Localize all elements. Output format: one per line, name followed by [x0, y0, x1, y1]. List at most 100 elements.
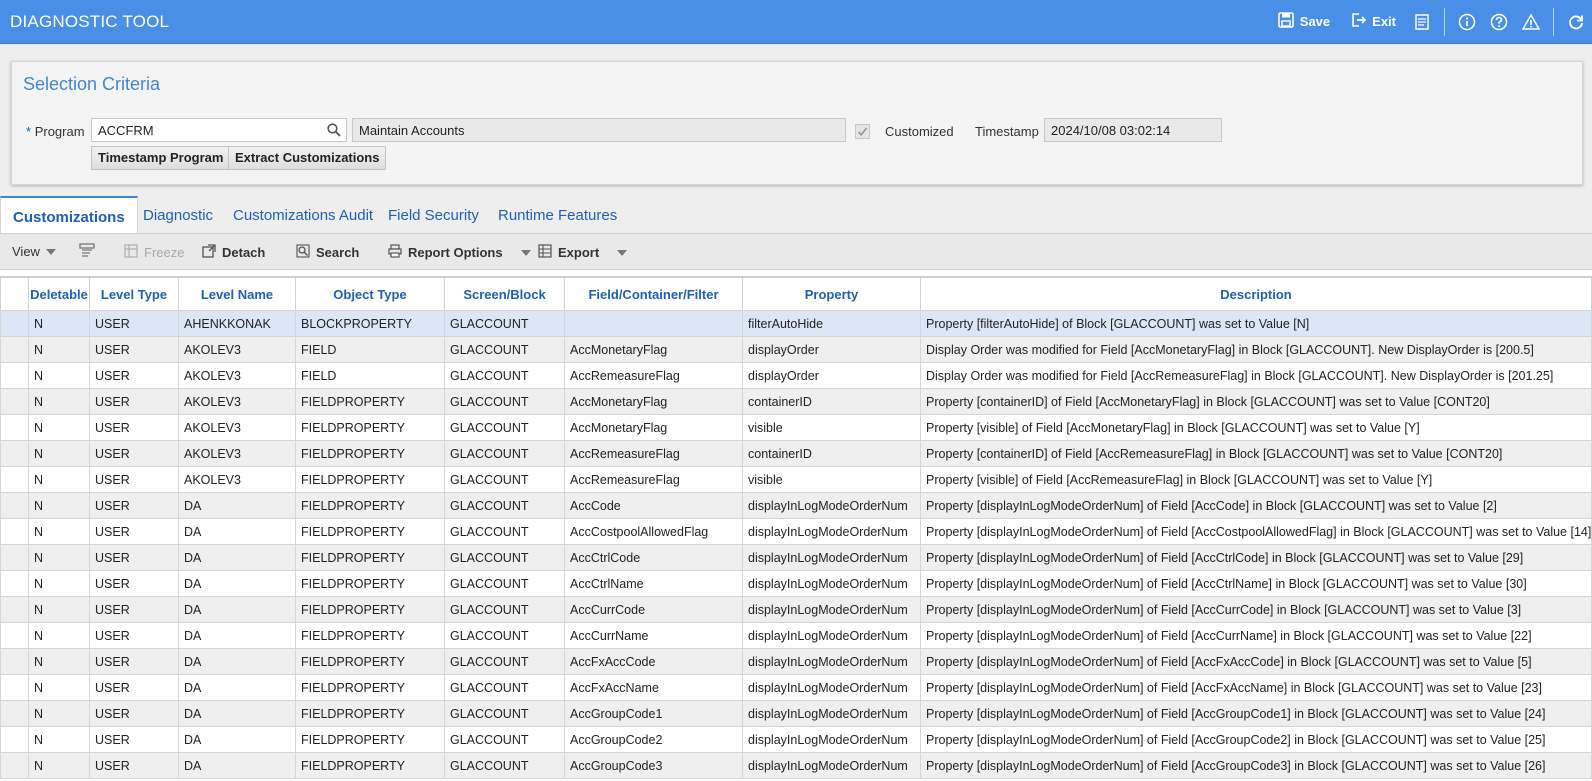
table-cell: FIELDPROPERTY [295, 726, 445, 753]
exit-button[interactable]: Exit [1340, 0, 1406, 43]
view-menu[interactable]: View [12, 244, 56, 259]
table-cell: AccCurrCode [564, 596, 743, 623]
row-selector[interactable] [0, 518, 29, 545]
column-header[interactable]: Level Type [89, 277, 179, 311]
row-selector[interactable] [0, 544, 29, 571]
column-header[interactable]: Screen/Block [444, 277, 565, 311]
table-cell: displayInLogModeOrderNum [742, 674, 921, 701]
table-cell: USER [89, 622, 179, 649]
table-row[interactable]: N USER DA FIELDPROPERTY GLACCOUNT AccGroupCod… [0, 700, 1592, 727]
row-selector[interactable] [0, 700, 29, 727]
table-row[interactable]: N USER DA FIELDPROPERTY GLACCOUNT AccCostpool… [0, 518, 1592, 545]
table-cell: N [28, 596, 90, 623]
export-icon [538, 244, 552, 261]
save-button[interactable]: Save [1268, 0, 1340, 43]
table-row[interactable]: N USER AKOLEV3 FIELDPROPERTY GLACCOUNT AccMon… [0, 414, 1592, 441]
row-selector[interactable] [0, 414, 29, 441]
row-selector[interactable] [0, 674, 29, 701]
report-options-button[interactable]: Report Options [388, 244, 531, 261]
tab-diagnostic[interactable]: Diagnostic [131, 196, 225, 233]
table-cell: Property [visible] of Field [AccMonetary… [920, 414, 1592, 441]
row-selector[interactable] [0, 570, 29, 597]
table-cell: Property [displayInLogModeOrderNum] of F… [920, 622, 1592, 649]
table-cell: displayInLogModeOrderNum [742, 570, 921, 597]
table-cell: N [28, 336, 90, 363]
table-cell: USER [89, 544, 179, 571]
table-cell: FIELDPROPERTY [295, 388, 445, 415]
table-cell: AccCtrlCode [564, 544, 743, 571]
tab-field-security[interactable]: Field Security [376, 196, 491, 233]
row-selector[interactable] [0, 622, 29, 649]
tab-customizations-audit[interactable]: Customizations Audit [221, 196, 385, 233]
program-value: ACCFRM [98, 123, 154, 138]
row-selector[interactable] [0, 752, 29, 779]
table-cell: AccRemeasureFlag [564, 362, 743, 389]
table-row[interactable]: N USER DA FIELDPROPERTY GLACCOUNT AccCtrlName… [0, 570, 1592, 597]
timestamp-program-button[interactable]: Timestamp Program [91, 146, 231, 170]
table-cell: FIELDPROPERTY [295, 492, 445, 519]
column-header[interactable]: Property [742, 277, 921, 311]
table-cell: N [28, 310, 90, 337]
info-icon[interactable] [1456, 0, 1478, 44]
program-description-field: Maintain Accounts [352, 118, 846, 142]
table-row[interactable]: N USER DA FIELDPROPERTY GLACCOUNT AccGroupCod… [0, 752, 1592, 779]
table-row[interactable]: N USER AKOLEV3 FIELD GLACCOUNT AccRemeasureFl… [0, 362, 1592, 389]
table-cell: GLACCOUNT [444, 752, 565, 779]
export-button[interactable]: Export [538, 244, 628, 261]
row-selector[interactable] [0, 466, 29, 493]
tab-runtime-features[interactable]: Runtime Features [486, 196, 629, 233]
table-row[interactable]: N USER AKOLEV3 FIELDPROPERTY GLACCOUNT AccRem… [0, 440, 1592, 467]
column-header[interactable]: Field/Container/Filter [564, 277, 743, 311]
row-selector[interactable] [0, 492, 29, 519]
table-cell: DA [178, 648, 296, 675]
search-button[interactable]: Search [296, 244, 359, 261]
warning-icon[interactable] [1520, 0, 1542, 44]
view-label: View [12, 244, 40, 259]
column-header[interactable]: Deletable [28, 277, 90, 311]
column-header[interactable]: Description [920, 277, 1592, 311]
detach-button[interactable]: Detach [202, 244, 265, 261]
row-selector[interactable] [0, 336, 29, 363]
table-row[interactable]: N USER DA FIELDPROPERTY GLACCOUNT AccGroupCod… [0, 726, 1592, 753]
row-selector[interactable] [0, 310, 29, 337]
program-input[interactable]: ACCFRM [91, 118, 347, 142]
column-header[interactable]: Object Type [295, 277, 445, 311]
search-icon[interactable] [327, 123, 341, 140]
table-cell: FIELDPROPERTY [295, 700, 445, 727]
detach-label: Detach [222, 245, 266, 260]
program-label: * Program [26, 124, 85, 139]
table-cell: containerID [742, 440, 921, 467]
table-cell: AccCode [564, 492, 743, 519]
extract-customizations-button[interactable]: Extract Customizations [228, 146, 387, 170]
table-row[interactable]: N USER AKOLEV3 FIELDPROPERTY GLACCOUNT AccRem… [0, 466, 1592, 493]
table-cell: FIELDPROPERTY [295, 466, 445, 493]
save-icon [1277, 12, 1294, 31]
table-row[interactable]: N USER DA FIELDPROPERTY GLACCOUNT AccCurrName… [0, 622, 1592, 649]
program-label-text: Program [34, 124, 85, 139]
table-row[interactable]: N USER AKOLEV3 FIELDPROPERTY GLACCOUNT AccMon… [0, 388, 1592, 415]
column-header[interactable]: Level Name [178, 277, 296, 311]
freeze-button[interactable]: Freeze [124, 244, 184, 261]
table-cell: Property [displayInLogModeOrderNum] of F… [920, 596, 1592, 623]
row-selector[interactable] [0, 726, 29, 753]
print-icon[interactable] [1411, 0, 1433, 44]
row-selector[interactable] [0, 440, 29, 467]
table-row[interactable]: N USER DA FIELDPROPERTY GLACCOUNT AccFxAccNam… [0, 674, 1592, 701]
help-icon[interactable] [1488, 0, 1510, 44]
table-row[interactable]: N USER DA FIELDPROPERTY GLACCOUNT AccCode disp… [0, 492, 1592, 519]
table-cell: displayInLogModeOrderNum [742, 544, 921, 571]
filter-icon[interactable] [78, 242, 96, 260]
tab-customizations[interactable]: Customizations [0, 196, 138, 233]
row-selector[interactable] [0, 388, 29, 415]
table-cell: Property [containerID] of Field [AccMone… [920, 388, 1592, 415]
row-selector[interactable] [0, 362, 29, 389]
table-cell: displayInLogModeOrderNum [742, 622, 921, 649]
table-row[interactable]: N USER DA FIELDPROPERTY GLACCOUNT AccCtrlCode… [0, 544, 1592, 571]
table-row[interactable]: N USER DA FIELDPROPERTY GLACCOUNT AccCurrCode… [0, 596, 1592, 623]
table-row[interactable]: N USER AKOLEV3 FIELD GLACCOUNT AccMonetaryFla… [0, 336, 1592, 363]
table-row[interactable]: N USER DA FIELDPROPERTY GLACCOUNT AccFxAccCod… [0, 648, 1592, 675]
refresh-icon[interactable] [1565, 0, 1587, 44]
row-selector[interactable] [0, 648, 29, 675]
row-selector[interactable] [0, 596, 29, 623]
table-row[interactable]: N USER AHENKKONAK BLOCKPROPERTY GLACCOUNT fil… [0, 310, 1592, 337]
